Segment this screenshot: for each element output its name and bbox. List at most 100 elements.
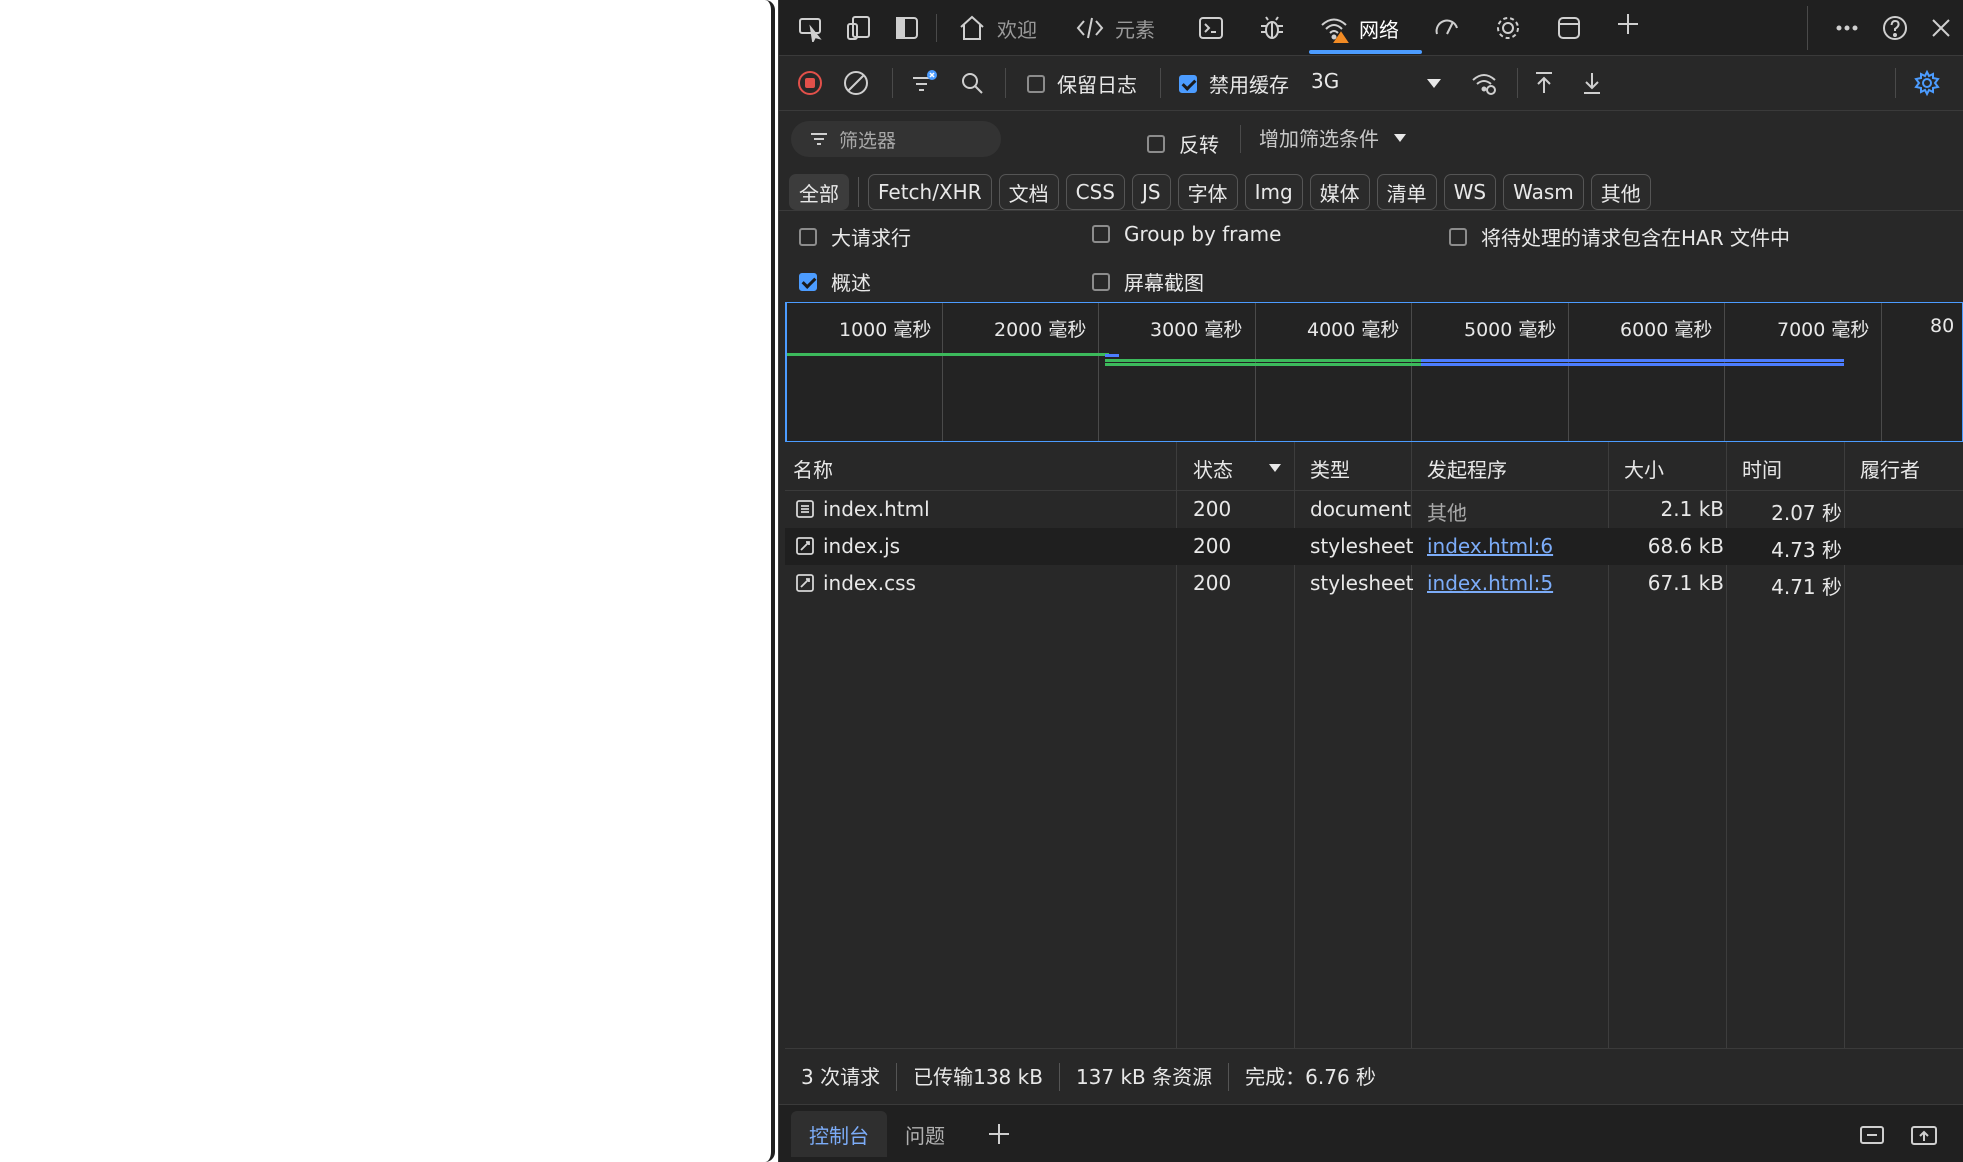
type-chip-doc[interactable]: 文档 [998,174,1059,210]
table-row[interactable]: index.html 200 document 其他 2.1 kB 2.07 秒 [785,491,1963,528]
add-tab-icon[interactable] [1612,8,1644,40]
close-drawer-icon[interactable] [1909,1119,1939,1149]
devtools-tabbar: 欢迎 元素 网络 [779,0,1963,56]
type-chip-other[interactable]: 其他 [1590,174,1651,210]
drawer-tab-issues[interactable]: 问题 [887,1111,963,1157]
inspect-element-icon[interactable] [795,12,827,44]
active-tab-indicator [1309,50,1422,54]
network-toolbar: 保留日志 禁用缓存 3G [779,56,1963,111]
invert-checkbox[interactable]: 反转 [1147,129,1219,158]
resource-type-filters: 全部 Fetch/XHR 文档 CSS JS 字体 Img 媒体 清单 WS W… [789,172,1651,212]
type-chip-js[interactable]: JS [1131,174,1171,210]
request-name: index.html [823,497,930,521]
tab-elements[interactable]: 元素 [1075,8,1155,48]
console-icon[interactable] [1195,12,1227,44]
type-chip-css[interactable]: CSS [1065,174,1125,210]
help-icon[interactable] [1879,12,1911,44]
record-button[interactable] [793,66,827,100]
network-conditions-icon[interactable] [1467,66,1501,100]
big-rows-box[interactable] [799,227,817,246]
resources-size: 137 kB 条资源 [1060,1062,1230,1091]
timeline-tick-label: 5000 毫秒 [1464,319,1557,341]
request-table-header: 名称 状态 类型 发起程序 大小 时间 履行者 [785,442,1963,491]
type-chip-img[interactable]: Img [1244,174,1303,210]
invert-box[interactable] [1147,134,1165,153]
overview-box[interactable] [799,272,817,291]
performance-icon[interactable] [1431,12,1463,44]
table-row[interactable]: index.css 200 stylesheet index.html:5 67… [785,565,1963,602]
home-icon [960,15,984,40]
debugger-bug-icon[interactable] [1256,12,1288,44]
memory-gear-icon[interactable] [1492,12,1524,44]
timeline-tick-label: 7000 毫秒 [1777,319,1870,341]
filter-row: 筛选器 反转 增加筛选条件 [779,111,1963,167]
timeline-bar-js [1105,363,1425,366]
type-chip-all[interactable]: 全部 [789,174,849,210]
overview-timeline[interactable]: 1000 毫秒 2000 毫秒 3000 毫秒 4000 毫秒 5000 毫秒 … [785,302,1963,442]
device-emulation-icon[interactable] [843,12,875,44]
type-chip-font[interactable]: 字体 [1177,174,1238,210]
timeline-tick-label: 4000 毫秒 [1307,319,1400,341]
timeline-tick-label: 3000 毫秒 [1150,319,1243,341]
drawer-tabbar: 控制台 问题 [779,1104,1963,1162]
big-rows-checkbox[interactable]: 大请求行 [799,222,911,251]
request-name: index.css [823,571,916,595]
preserve-log-checkbox[interactable]: 保留日志 [1027,69,1137,98]
table-row[interactable]: index.js 200 stylesheet index.html:6 68.… [785,528,1963,565]
export-har-icon[interactable] [1575,66,1609,100]
request-time: 4.73 秒 [1771,538,1842,562]
add-filter-dropdown[interactable]: 增加筛选条件 [1259,123,1407,152]
document-file-icon [795,499,815,519]
dock-side-icon[interactable] [891,12,923,44]
group-by-frame-box[interactable] [1092,225,1110,243]
timeline-bar-js-download [1421,363,1844,366]
type-chip-wasm[interactable]: Wasm [1503,174,1584,210]
sort-descending-icon[interactable] [1268,462,1282,474]
filter-input[interactable]: 筛选器 [791,121,1001,157]
import-har-icon[interactable] [1527,66,1561,100]
throttle-select[interactable]: 3G [1311,69,1339,93]
col-header-initiator[interactable]: 发起程序 [1427,454,1507,483]
type-chip-fetch-xhr[interactable]: Fetch/XHR [868,174,992,210]
screenshots-box[interactable] [1092,272,1110,291]
clear-button[interactable] [839,66,873,100]
col-header-time[interactable]: 时间 [1742,454,1782,483]
col-header-status[interactable]: 状态 [1193,454,1233,483]
preserve-log-box[interactable] [1027,74,1045,93]
initiator-link[interactable]: index.html:6 [1427,534,1553,558]
col-header-name[interactable]: 名称 [793,454,833,483]
overview-checkbox[interactable]: 概述 [799,267,871,296]
type-chip-ws[interactable]: WS [1443,174,1497,210]
add-drawer-tab-icon[interactable] [984,1119,1014,1149]
type-chip-media[interactable]: 媒体 [1309,174,1370,210]
disable-cache-box[interactable] [1179,74,1197,93]
type-chip-manifest[interactable]: 清单 [1376,174,1437,210]
timeline-bar-css-download [1421,359,1844,362]
har-pending-box[interactable] [1449,227,1467,246]
network-settings-gear-icon[interactable] [1910,66,1944,100]
group-by-frame-checkbox[interactable]: Group by frame [1092,222,1281,246]
dock-drawer-icon[interactable] [1857,1119,1887,1149]
col-header-size[interactable]: 大小 [1624,454,1664,483]
throttle-dropdown-icon[interactable] [1417,66,1451,100]
filter-toggle-icon[interactable] [907,66,941,100]
disable-cache-checkbox[interactable]: 禁用缓存 [1179,69,1289,98]
application-icon[interactable] [1553,12,1585,44]
har-pending-checkbox[interactable]: 将待处理的请求包含在HAR 文件中 [1449,222,1790,251]
timeline-bar-css [1105,359,1425,362]
screenshots-checkbox[interactable]: 屏幕截图 [1092,267,1204,296]
more-options-icon[interactable] [1831,12,1863,44]
col-header-type[interactable]: 类型 [1310,454,1350,483]
drawer-tab-console[interactable]: 控制台 [791,1111,887,1157]
stylesheet-file-icon [795,573,815,593]
col-header-fulfilled-by[interactable]: 履行者 [1860,454,1920,483]
tab-network-label: 网络 [1359,17,1399,42]
tab-network[interactable]: 网络 [1319,8,1399,48]
request-time: 2.07 秒 [1771,501,1842,525]
initiator-link[interactable]: index.html:5 [1427,571,1553,595]
request-status: 200 [1193,497,1232,521]
close-icon[interactable] [1925,12,1957,44]
wifi-warning-icon [1321,18,1349,43]
tab-welcome[interactable]: 欢迎 [957,8,1037,48]
search-icon[interactable] [955,66,989,100]
